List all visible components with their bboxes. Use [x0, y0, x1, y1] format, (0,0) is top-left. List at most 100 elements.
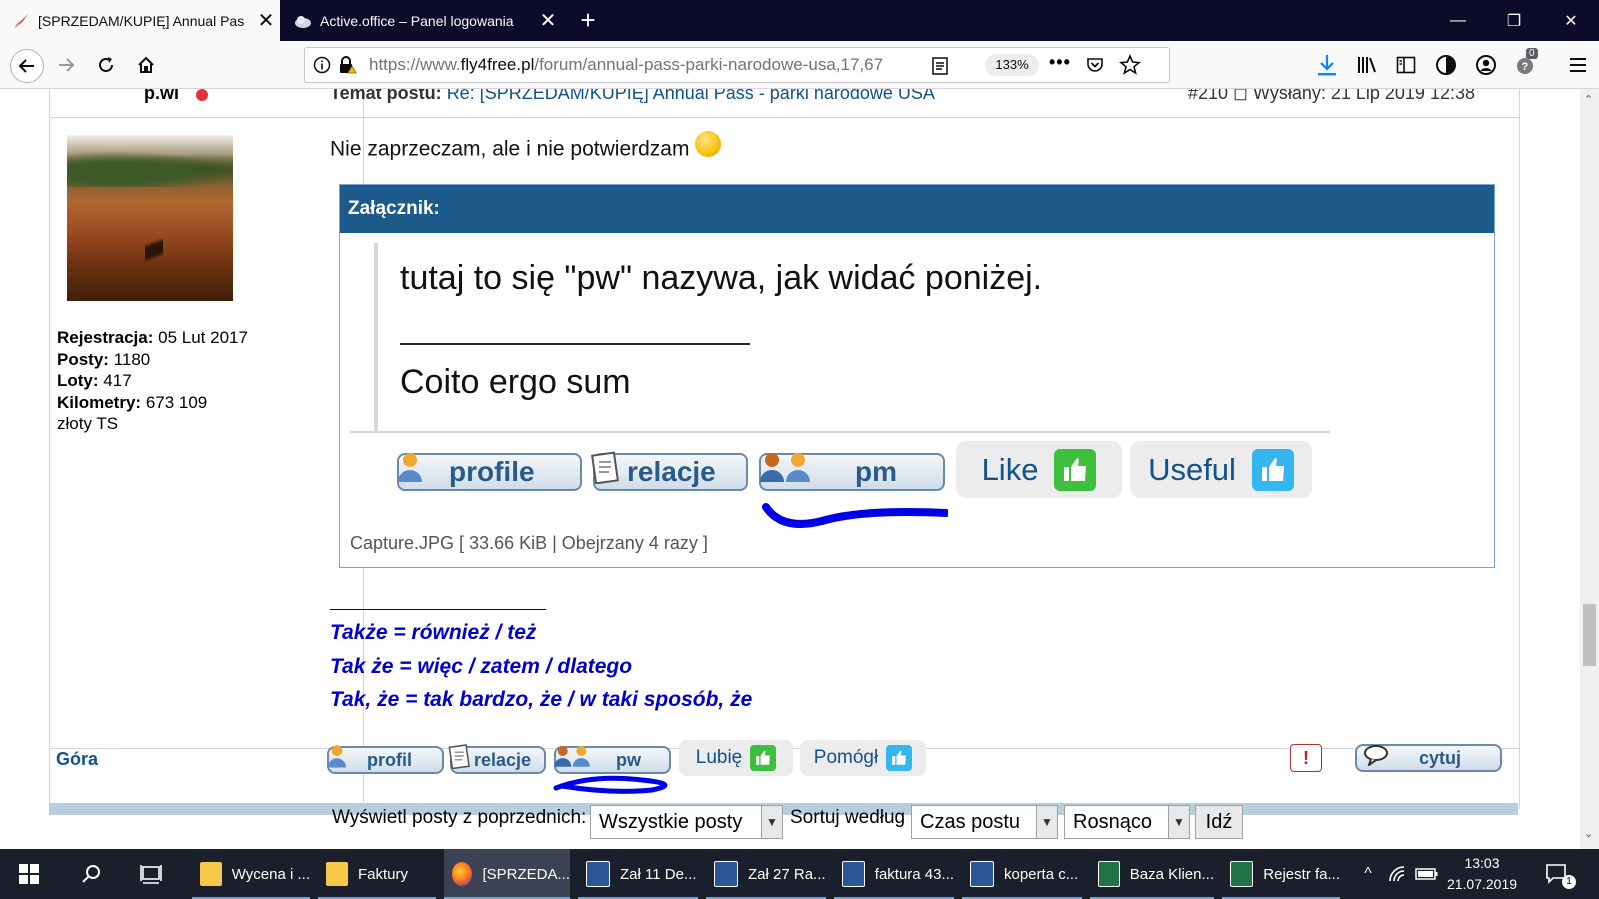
relacje-button[interactable]: relacje	[448, 744, 546, 774]
sidebar-button[interactable]	[1392, 51, 1420, 79]
sort-order-select[interactable]: Rosnąco ▼	[1064, 805, 1190, 839]
display-posts-label: Wyświetl posty z poprzednich:	[332, 807, 587, 828]
taskbar-item-label: Faktury	[358, 865, 409, 883]
close-tab-icon[interactable]: ✕	[252, 11, 280, 31]
forward-button[interactable]	[52, 51, 80, 79]
reload-button[interactable]	[92, 51, 120, 79]
wink-smiley-icon	[695, 131, 722, 157]
clock-date: 21.07.2019	[1446, 876, 1518, 892]
zoom-indicator[interactable]: 133%	[985, 54, 1039, 76]
taskbar-item[interactable]: Zał 11 De...	[578, 849, 698, 899]
lubie-button[interactable]: Lubię	[679, 740, 793, 776]
taskbar-item[interactable]: Faktury	[318, 849, 436, 899]
document-icon	[448, 744, 470, 769]
attachment-header: Załącznik:	[340, 185, 1494, 233]
sort-field-select[interactable]: Czas postu ▼	[911, 805, 1058, 839]
cytuj-button[interactable]: cytuj	[1355, 744, 1502, 772]
downloads-button[interactable]	[1313, 51, 1341, 79]
select-value: Rosnąco	[1073, 811, 1152, 833]
scroll-down-icon[interactable]: ⌄	[1584, 827, 1593, 840]
posts-period-select[interactable]: Wszystkie posty ▼	[590, 805, 783, 839]
window-close-button[interactable]: ✕	[1543, 0, 1599, 41]
select-value: Wszystkie posty	[599, 811, 743, 833]
close-tab-icon[interactable]: ✕	[534, 11, 562, 31]
url-host: fly4free.pl	[460, 55, 535, 74]
go-button[interactable]: Idź	[1195, 805, 1243, 839]
tab-forum[interactable]: [SPRZEDAM/KUPIĘ] Annual Pas ✕	[0, 0, 280, 41]
menu-button[interactable]	[1564, 51, 1592, 79]
scroll-up-icon[interactable]: ⌃	[1584, 93, 1593, 106]
restore-button[interactable]: ❐	[1486, 0, 1542, 41]
url-text[interactable]: https://www.fly4free.pl/forum/annual-pas…	[369, 55, 909, 75]
taskbar-item[interactable]: Wycena i ...	[192, 849, 310, 899]
reader-view-icon[interactable]	[931, 56, 949, 81]
account-button[interactable]	[1472, 51, 1500, 79]
home-button[interactable]	[132, 51, 160, 79]
pw-button[interactable]: pw	[554, 746, 671, 774]
image-relacje-button: relacje	[591, 451, 748, 491]
show-hidden-icons-button[interactable]: ^	[1358, 849, 1378, 899]
taskbar-item[interactable]: koperta c...	[962, 849, 1082, 899]
signature-line: Także = również / też	[330, 621, 537, 644]
battery-button[interactable]	[1414, 849, 1440, 899]
profile-row: Rejestracja: 05 Lut 2017	[57, 328, 248, 347]
two-users-icon	[760, 453, 810, 482]
home-icon	[138, 56, 154, 73]
clock-time: 13:03	[1464, 855, 1500, 871]
back-arrow-icon	[18, 59, 34, 73]
word-icon	[714, 861, 738, 887]
library-icon	[1358, 57, 1376, 73]
page-actions-menu[interactable]: •••	[1049, 52, 1071, 73]
button-label: relacje	[474, 749, 532, 770]
bookmark-star-icon[interactable]	[1119, 53, 1141, 81]
tab-active-office[interactable]: Active.office – Panel logowania ✕	[282, 0, 562, 41]
action-center-button[interactable]: 1	[1540, 849, 1576, 899]
tab-title: [SPRZEDAM/KUPIĘ] Annual Pas	[38, 12, 245, 29]
taskbar-item[interactable]: faktura 43...	[834, 849, 954, 899]
windows-logo-icon	[19, 864, 39, 884]
search-button[interactable]	[76, 849, 106, 899]
info-icon[interactable]	[313, 56, 331, 79]
task-view-icon	[140, 865, 162, 884]
chevron-down-icon: ▼	[1168, 806, 1189, 838]
button-label: Lubię	[695, 747, 743, 768]
start-button[interactable]	[14, 849, 44, 899]
url-bar[interactable]: https://www.fly4free.pl/forum/annual-pas…	[304, 47, 1170, 83]
subject-link[interactable]: Re: [SPRZEDAM/KUPIĘ] Annual Pass - parki…	[447, 89, 935, 103]
page-scrollbar[interactable]: ⌃ ⌄	[1580, 89, 1599, 849]
tab-strip: [SPRZEDAM/KUPIĘ] Annual Pas ✕ Active.off…	[0, 0, 1599, 41]
attachment-image[interactable]: tutaj to się "pw" nazywa, jak widać poni…	[350, 243, 1330, 528]
image-button-label: relacje	[627, 456, 716, 487]
firefox-icon	[452, 862, 473, 886]
taskbar-item[interactable]: Zał 27 Ra...	[706, 849, 826, 899]
profil-button[interactable]: profil	[327, 745, 444, 774]
insecure-lock-icon[interactable]	[337, 55, 357, 80]
offline-status-icon	[196, 89, 208, 101]
extension-button[interactable]: ? 0	[1512, 48, 1540, 79]
word-icon	[970, 861, 994, 887]
pomogl-button[interactable]: Pomógł	[800, 740, 926, 776]
taskbar-item-active[interactable]: [SPRZEDA...	[444, 849, 570, 899]
attachment-image-text: tutaj to się "pw" nazywa, jak widać poni…	[400, 259, 1043, 297]
post-footer-band	[49, 803, 1518, 815]
library-button[interactable]	[1353, 51, 1381, 79]
user-avatar[interactable]	[67, 135, 233, 301]
privacy-extension-button[interactable]	[1432, 51, 1460, 79]
taskbar-item[interactable]: Rejestr fa...	[1222, 849, 1340, 899]
minimize-button[interactable]: —	[1430, 0, 1486, 41]
post-author-name[interactable]: p.wi	[144, 89, 179, 104]
network-button[interactable]	[1386, 849, 1410, 899]
taskbar-item[interactable]: Baza Klien...	[1090, 849, 1214, 899]
pocket-icon[interactable]	[1085, 55, 1105, 80]
task-view-button[interactable]	[136, 849, 166, 899]
back-button[interactable]	[10, 49, 44, 83]
message-text: Nie zaprzeczam, ale i nie potwierdzam	[330, 137, 690, 161]
taskbar-item-label: faktura 43...	[874, 865, 954, 883]
new-tab-button[interactable]: +	[574, 6, 602, 34]
back-to-top-link[interactable]: Góra	[56, 749, 98, 770]
notification-count-badge: 0	[1526, 48, 1538, 59]
scrollbar-thumb[interactable]	[1583, 604, 1596, 666]
report-post-button[interactable]: !	[1290, 744, 1322, 772]
blue-marker-underline	[762, 503, 948, 528]
system-clock[interactable]: 13:03 21.07.2019	[1442, 853, 1522, 895]
